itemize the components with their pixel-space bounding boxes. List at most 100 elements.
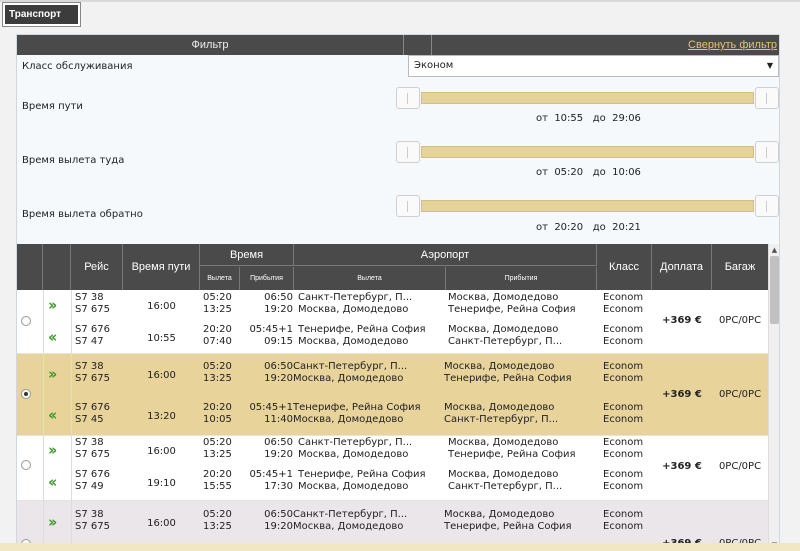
arrival-time: 05:45+1 xyxy=(249,469,293,480)
arrival-time: 06:50 xyxy=(264,361,293,372)
arrival-airport: Санкт-Петербург, П... xyxy=(448,481,563,492)
double-chevron-right-icon: ›› xyxy=(48,296,58,314)
service-class-label: Класс обслуживания xyxy=(22,61,133,72)
header-divider xyxy=(403,35,404,55)
arrival-airport: Тенерифе, Рейна София xyxy=(448,304,576,315)
service-class: Econom xyxy=(603,292,644,303)
scroll-up-icon[interactable]: ▲ xyxy=(770,246,779,254)
travel-time-label: Время пути xyxy=(22,101,83,112)
arrival-airport: Санкт-Петербург, П... xyxy=(444,414,559,425)
column-divider xyxy=(43,290,44,550)
departure-time: 10:05 xyxy=(203,414,232,425)
double-chevron-left-icon: ‹‹ xyxy=(48,406,58,424)
results-table-header: Рейс Время пути Время Вылета Прибытия Аэ… xyxy=(17,244,768,290)
transport-panel: Фильтр Свернуть фильтр Класс обслуживани… xyxy=(16,34,780,551)
departure-out-slider[interactable] xyxy=(396,141,779,163)
arrival-time: 06:50 xyxy=(264,437,293,448)
range-from-value: 20:20 xyxy=(554,222,584,233)
surcharge-price: +369 € xyxy=(662,461,702,472)
fare-option-row[interactable]: ›› S7 38 S7 675 16:00 05:20 13:25 06:50 … xyxy=(17,501,768,549)
departure-time: 20:20 xyxy=(203,469,232,480)
slider-track xyxy=(421,92,754,104)
departure-back-label: Время вылета обратно xyxy=(22,209,143,220)
departure-airport: Тенерифе, Рейна София xyxy=(293,402,421,413)
duration: 16:00 xyxy=(147,518,176,529)
flight-number: S7 38 xyxy=(75,361,104,372)
flight-number: S7 675 xyxy=(75,521,110,532)
fare-option-row[interactable]: ›› S7 38 S7 675 16:00 05:20 13:25 06:50 … xyxy=(17,290,768,354)
slider-handle-min[interactable] xyxy=(396,87,420,109)
header-baggage[interactable]: Багаж xyxy=(712,244,768,290)
header-flight[interactable]: Рейс xyxy=(71,244,123,290)
arrival-airport: Москва, Домодедово xyxy=(444,361,555,372)
slider-track xyxy=(421,200,754,212)
departure-back-slider[interactable] xyxy=(396,195,779,217)
travel-time-slider[interactable] xyxy=(396,87,779,109)
departure-time: 05:20 xyxy=(203,437,232,448)
results-table-body: ›› S7 38 S7 675 16:00 05:20 13:25 06:50 … xyxy=(17,290,768,549)
flight-number: S7 675 xyxy=(75,449,110,460)
header-divider xyxy=(431,35,432,55)
dropdown-arrow-icon: ▼ xyxy=(766,61,773,70)
range-from-value: 05:20 xyxy=(554,167,584,178)
collapse-filter-link[interactable]: Свернуть фильтр xyxy=(688,35,777,55)
duration: 19:10 xyxy=(147,478,176,489)
service-class: Econom xyxy=(603,521,644,532)
travel-time-range: от 10:55 до 29:06 xyxy=(536,113,641,124)
slider-handle-max[interactable] xyxy=(755,195,779,217)
header-time-departure[interactable]: Вылета xyxy=(200,267,240,290)
departure-airport: Москва, Домодедово xyxy=(298,336,409,347)
header-class[interactable]: Класс xyxy=(597,244,652,290)
arrival-time: 19:20 xyxy=(264,373,293,384)
departure-airport: Москва, Домодедово xyxy=(298,481,409,492)
return-segment: ‹‹ S7 676 S7 47 10:55 20:20 07:40 05:45+… xyxy=(17,324,768,356)
departure-time: 05:20 xyxy=(203,509,232,520)
arrival-airport: Тенерифе, Рейна София xyxy=(448,449,576,460)
header-airport-arrival[interactable]: Прибытия xyxy=(446,267,597,290)
slider-handle-max[interactable] xyxy=(755,141,779,163)
arrival-time: 19:20 xyxy=(264,304,293,315)
departure-airport: Москва, Домодедово xyxy=(298,304,409,315)
duration: 16:00 xyxy=(147,301,176,312)
service-class: Econom xyxy=(603,414,644,425)
header-select-col xyxy=(17,244,43,290)
flight-number: S7 676 xyxy=(75,469,110,480)
departure-out-label: Время вылета туда xyxy=(22,155,125,166)
slider-handle-min[interactable] xyxy=(396,141,420,163)
double-chevron-left-icon: ‹‹ xyxy=(48,328,58,346)
range-to-value: 10:06 xyxy=(612,167,641,178)
flight-number: S7 47 xyxy=(75,336,104,347)
slider-handle-min[interactable] xyxy=(396,195,420,217)
arrival-time: 06:50 xyxy=(264,509,293,520)
results-scrollbar[interactable]: ▲ ▼ xyxy=(768,244,779,550)
arrival-time: 19:20 xyxy=(264,521,293,532)
departure-airport: Тенерифе, Рейна София xyxy=(298,324,426,335)
departure-time: 20:20 xyxy=(203,402,232,413)
column-divider xyxy=(71,290,72,550)
fare-option-row-selected[interactable]: ›› S7 38 S7 675 16:00 05:20 13:25 06:50 … xyxy=(17,354,768,436)
departure-airport: Москва, Домодедово xyxy=(293,373,404,384)
departure-time: 05:20 xyxy=(203,361,232,372)
range-to-label: до xyxy=(592,167,606,178)
duration: 10:55 xyxy=(147,333,176,344)
service-class: Econom xyxy=(603,336,644,347)
header-duration[interactable]: Время пути xyxy=(123,244,200,290)
header-airport-departure[interactable]: Вылета xyxy=(294,267,446,290)
departure-time: 13:25 xyxy=(203,304,232,315)
arrival-airport: Москва, Домодедово xyxy=(448,437,559,448)
service-class: Econom xyxy=(603,402,644,413)
fare-option-row[interactable]: ›› S7 38 S7 675 16:00 05:20 13:25 06:50 … xyxy=(17,436,768,501)
header-time-arrival[interactable]: Прибытия xyxy=(240,267,294,290)
flight-number: S7 675 xyxy=(75,304,110,315)
departure-time: 15:55 xyxy=(203,481,232,492)
slider-handle-max[interactable] xyxy=(755,87,779,109)
flight-number: S7 676 xyxy=(75,402,110,413)
departure-airport: Санкт-Петербург, П... xyxy=(298,437,413,448)
service-class-select[interactable]: Эконом ▼ xyxy=(408,55,779,77)
header-surcharge[interactable]: Доплата xyxy=(652,244,712,290)
range-to-label: до xyxy=(592,113,606,124)
duration: 13:20 xyxy=(147,411,176,422)
transport-tab[interactable]: Транспорт xyxy=(2,2,81,27)
departure-airport: Москва, Домодедово xyxy=(293,414,404,425)
scroll-thumb[interactable] xyxy=(770,256,779,324)
